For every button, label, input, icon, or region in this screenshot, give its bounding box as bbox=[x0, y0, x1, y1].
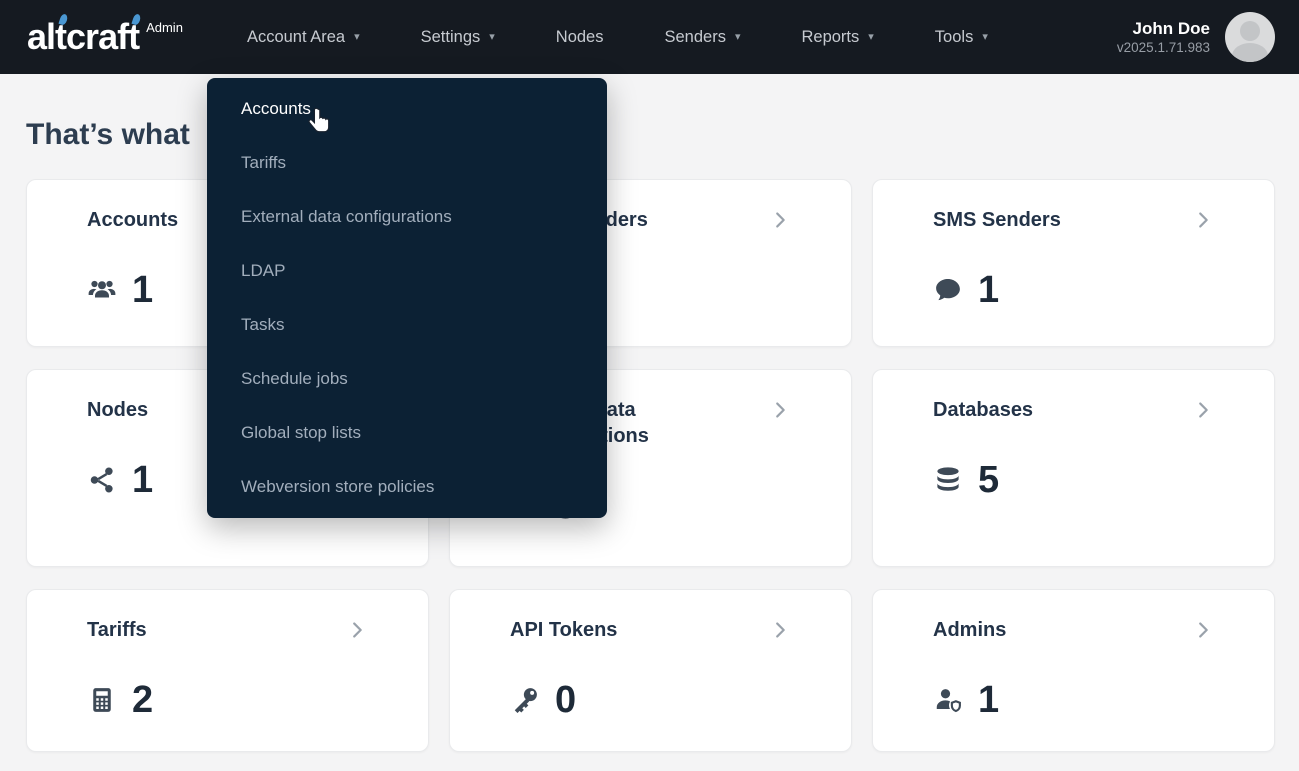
card-title: SMS Senders bbox=[933, 207, 1192, 233]
card-count: 1 bbox=[132, 461, 153, 499]
nav-item-label: Nodes bbox=[556, 28, 604, 47]
logo-blue-accent: t bbox=[55, 16, 66, 57]
main-menu: Account Area ▾ Settings ▾ Nodes Senders … bbox=[247, 28, 988, 47]
avatar-silhouette bbox=[1232, 43, 1268, 62]
nav-item-nodes[interactable]: Nodes bbox=[556, 28, 604, 47]
nav-item-reports[interactable]: Reports ▾ bbox=[801, 28, 873, 47]
user-area: John Doe v2025.1.71.983 bbox=[1117, 12, 1275, 62]
menu-item-global-stop-lists[interactable]: Global stop lists bbox=[207, 406, 607, 460]
chevron-right-icon bbox=[769, 619, 791, 641]
nav-item-label: Settings bbox=[421, 28, 481, 47]
nav-item-label: Tools bbox=[935, 28, 974, 47]
main-content: That’s what Accounts 1 bbox=[0, 118, 1299, 752]
user-name: John Doe bbox=[1117, 18, 1210, 39]
card-title: Admins bbox=[933, 617, 1192, 643]
card-admins[interactable]: Admins 1 bbox=[872, 589, 1275, 752]
menu-item-webversion-store-policies[interactable]: Webversion store policies bbox=[207, 460, 607, 514]
avatar[interactable] bbox=[1225, 12, 1275, 62]
card-databases[interactable]: Databases 5 bbox=[872, 369, 1275, 567]
avatar-silhouette bbox=[1240, 21, 1260, 41]
admin-shield-icon bbox=[933, 685, 963, 715]
user-info: John Doe v2025.1.71.983 bbox=[1117, 18, 1210, 57]
comment-icon bbox=[933, 275, 963, 305]
card-title: Tariffs bbox=[87, 617, 346, 643]
menu-item-external-data-configurations[interactable]: External data configurations bbox=[207, 190, 607, 244]
nav-item-settings[interactable]: Settings ▾ bbox=[421, 28, 495, 47]
chevron-right-icon bbox=[769, 399, 791, 421]
users-icon bbox=[87, 275, 117, 305]
logo-wordmark: altcraft bbox=[27, 17, 139, 57]
key-icon bbox=[510, 685, 540, 715]
chevron-right-icon bbox=[1192, 209, 1214, 231]
menu-item-tariffs[interactable]: Tariffs bbox=[207, 136, 607, 190]
logo-blue-accent: t bbox=[128, 16, 139, 57]
menu-item-tasks[interactable]: Tasks bbox=[207, 298, 607, 352]
share-icon bbox=[87, 465, 117, 495]
chevron-down-icon: ▾ bbox=[354, 32, 360, 43]
menu-item-schedule-jobs[interactable]: Schedule jobs bbox=[207, 352, 607, 406]
app-version: v2025.1.71.983 bbox=[1117, 39, 1210, 57]
chevron-down-icon: ▾ bbox=[489, 32, 495, 43]
chevron-right-icon bbox=[1192, 399, 1214, 421]
chevron-down-icon: ▾ bbox=[982, 32, 988, 43]
altcraft-logo[interactable]: altcraft Admin bbox=[27, 17, 183, 57]
card-count: 0 bbox=[555, 681, 576, 719]
nav-item-label: Account Area bbox=[247, 28, 345, 47]
admin-badge: Admin bbox=[146, 20, 183, 35]
card-count: 5 bbox=[978, 461, 999, 499]
card-count: 1 bbox=[978, 681, 999, 719]
chevron-down-icon: ▾ bbox=[735, 32, 741, 43]
chevron-right-icon bbox=[346, 619, 368, 641]
chevron-down-icon: ▾ bbox=[868, 32, 874, 43]
database-icon bbox=[933, 465, 963, 495]
card-title: API Tokens bbox=[510, 617, 769, 643]
card-count: 2 bbox=[132, 681, 153, 719]
account-area-dropdown: Accounts Tariffs External data configura… bbox=[207, 78, 607, 518]
menu-item-ldap[interactable]: LDAP bbox=[207, 244, 607, 298]
top-nav-bar: altcraft Admin Account Area ▾ Settings ▾… bbox=[0, 0, 1299, 74]
nav-item-account-area[interactable]: Account Area ▾ bbox=[247, 28, 360, 47]
nav-item-tools[interactable]: Tools ▾ bbox=[935, 28, 988, 47]
card-count: 1 bbox=[978, 271, 999, 309]
chevron-right-icon bbox=[1192, 619, 1214, 641]
chevron-right-icon bbox=[769, 209, 791, 231]
card-title: Databases bbox=[933, 397, 1192, 423]
card-sms-senders[interactable]: SMS Senders 1 bbox=[872, 179, 1275, 347]
card-count: 1 bbox=[132, 271, 153, 309]
nav-item-label: Senders bbox=[664, 28, 725, 47]
card-api-tokens[interactable]: API Tokens 0 bbox=[449, 589, 852, 752]
menu-item-accounts[interactable]: Accounts bbox=[207, 82, 607, 136]
card-tariffs[interactable]: Tariffs 2 bbox=[26, 589, 429, 752]
nav-item-senders[interactable]: Senders ▾ bbox=[664, 28, 740, 47]
calculator-icon bbox=[87, 685, 117, 715]
nav-item-label: Reports bbox=[801, 28, 859, 47]
